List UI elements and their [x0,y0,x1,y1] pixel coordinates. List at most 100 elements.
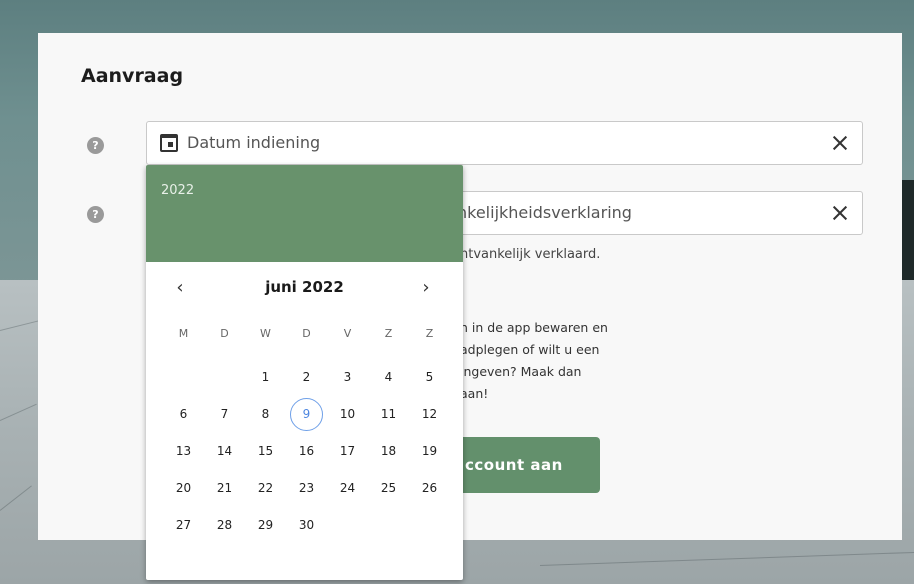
weekday-label: Z [384,327,393,340]
day-cell[interactable]: 10 [327,401,368,438]
day-number: 30 [298,518,315,532]
empty-day-cell [163,364,204,401]
day-cell[interactable]: 11 [368,401,409,438]
info-text: n in de app bewaren en adplegen of wilt … [460,317,608,405]
calendar-grid: M D W D V Z Z 1 2 3 4 5 6 7 8 9 10 11 12 13 14 15 16 17 1… [163,320,450,549]
day-cell[interactable]: 18 [368,438,409,475]
weekday-label: D [302,327,311,340]
weekday-label: M [178,327,189,340]
day-number: 25 [380,481,397,495]
day-number: 29 [257,518,274,532]
day-number: 18 [380,444,397,458]
day-cell[interactable]: 12 [409,401,450,438]
day-cell[interactable]: 15 [245,438,286,475]
day-number: 13 [175,444,192,458]
day-cell[interactable]: 1 [245,364,286,401]
day-cell[interactable]: 25 [368,475,409,512]
day-cell[interactable]: 23 [286,475,327,512]
day-cell[interactable]: 4 [368,364,409,401]
empty-day-cell [368,512,409,549]
day-number: 15 [257,444,274,458]
day-number: 26 [421,481,438,495]
next-month-button[interactable]: › [416,277,436,298]
calendar-icon[interactable] [160,134,178,152]
day-number: 21 [216,481,233,495]
day-cell[interactable]: 3 [327,364,368,401]
day-cell[interactable]: 16 [286,438,327,475]
calendar-weeks: 1 2 3 4 5 6 7 8 9 10 11 12 13 14 15 16 17 18 19 20 21 22 23 24 2… [163,364,450,549]
week-row: 13 14 15 16 17 18 19 [163,438,450,475]
day-number: 8 [261,407,270,421]
day-cell[interactable]: 8 [245,401,286,438]
date-field[interactable]: Datum indiening [146,121,863,165]
date-field-value: Datum indiening [187,133,321,152]
create-account-button[interactable]: ccount aan [455,437,600,493]
field-hint: ntvankelijk verklaard. [460,247,601,262]
day-number: 2 [302,370,311,384]
day-number: 19 [421,444,438,458]
date-picker: 2022 ‹ juni 2022 › M D W D V Z Z 1234567… [146,165,463,580]
day-cell[interactable]: 7 [204,401,245,438]
day-cell[interactable]: 9 [286,398,327,438]
day-cell[interactable]: 17 [327,438,368,475]
day-number: 22 [257,481,274,495]
weekday-label: D [220,327,229,340]
week-row: 6 7 8 9 10 11 12 [163,398,450,438]
day-number: 24 [339,481,356,495]
info-line: aan! [460,386,489,401]
day-number: 27 [175,518,192,532]
day-cell[interactable]: 14 [204,438,245,475]
empty-day-cell [327,512,368,549]
day-number: 10 [339,407,356,421]
empty-day-cell [204,364,245,401]
day-number: 3 [343,370,352,384]
week-row: 1 2 3 4 5 [163,364,450,401]
info-line: adplegen of wilt u een [460,342,600,357]
day-cell[interactable]: 30 [286,512,327,549]
day-cell[interactable]: 6 [163,401,204,438]
day-number: 20 [175,481,192,495]
day-number: 28 [216,518,233,532]
day-number: 6 [179,407,188,421]
picker-year[interactable]: 2022 [161,183,194,198]
day-cell[interactable]: 24 [327,475,368,512]
day-number: 12 [421,407,438,421]
day-number: 1 [261,370,270,384]
week-row: 20 21 22 23 24 25 26 [163,475,450,512]
day-number: 9 [290,398,323,431]
picker-header: 2022 [146,165,463,262]
day-cell[interactable]: 21 [204,475,245,512]
page-title: Aanvraag [81,65,184,87]
day-number: 14 [216,444,233,458]
close-icon[interactable] [826,129,854,157]
day-number: 17 [339,444,356,458]
day-number: 4 [384,370,393,384]
day-number: 23 [298,481,315,495]
day-cell[interactable]: 29 [245,512,286,549]
day-cell[interactable]: 13 [163,438,204,475]
day-cell[interactable]: 2 [286,364,327,401]
day-number: 16 [298,444,315,458]
day-cell[interactable]: 22 [245,475,286,512]
day-cell[interactable]: 27 [163,512,204,549]
day-cell[interactable]: 19 [409,438,450,475]
question-circle-icon[interactable]: ? [87,206,104,223]
day-number: 7 [220,407,229,421]
weekday-label: W [260,327,271,340]
info-line: ingeven? Maak dan [460,364,582,379]
weekday-row: M D W D V Z Z [163,320,450,364]
week-row: 27 28 29 30 [163,512,450,549]
weekday-label: Z [425,327,434,340]
question-circle-icon[interactable]: ? [87,137,104,154]
weekday-label: V [343,327,352,340]
day-cell[interactable]: 28 [204,512,245,549]
info-line: n in de app bewaren en [460,320,608,335]
empty-day-cell [409,512,450,549]
day-cell[interactable]: 5 [409,364,450,401]
day-cell[interactable]: 26 [409,475,450,512]
day-number: 5 [425,370,434,384]
day-cell[interactable]: 20 [163,475,204,512]
close-icon[interactable] [826,199,854,227]
second-field-value: nkelijkheidsverklaring [457,203,632,222]
day-number: 11 [380,407,397,421]
